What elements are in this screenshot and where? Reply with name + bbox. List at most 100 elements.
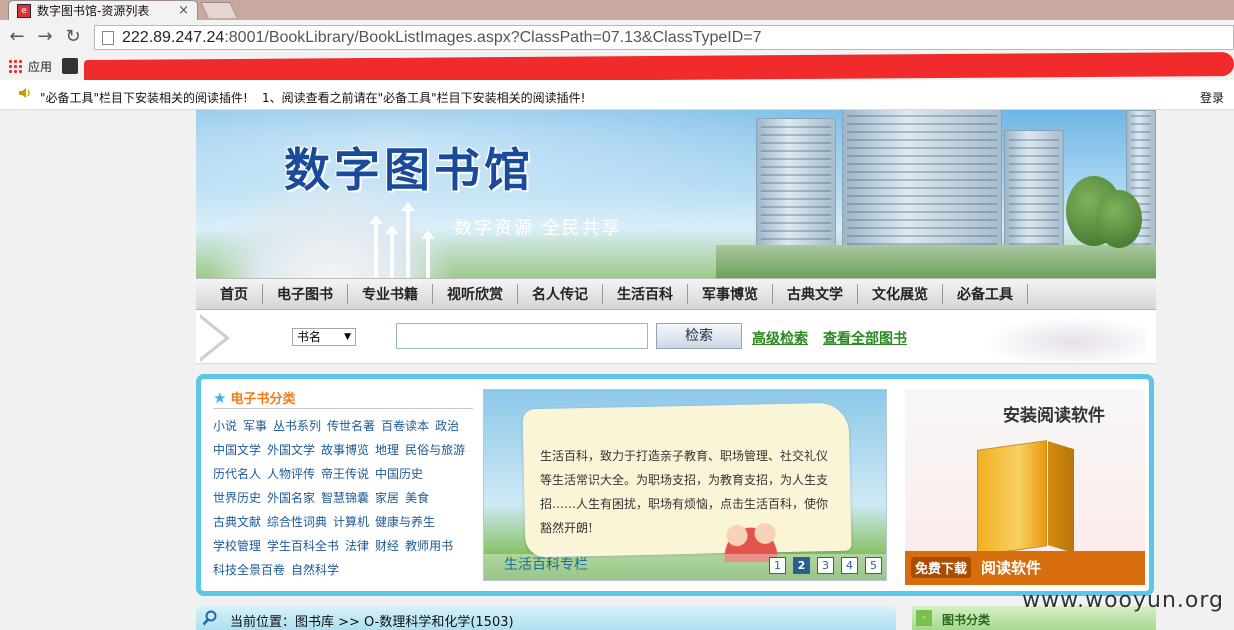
category-line: 古典文献 综合性词典 计算机 健康与养生: [213, 513, 473, 529]
notice-bar: "必备工具"栏目下安装相关的阅读插件! 1、阅读查看之前请在"必备工具"栏目下安…: [0, 80, 1234, 110]
bookmark-icon[interactable]: [62, 58, 78, 74]
category-link[interactable]: 丛书系列: [273, 419, 321, 433]
slider-page-button[interactable]: 3: [817, 557, 834, 574]
category-link[interactable]: 传世名著: [327, 419, 375, 433]
building-graphic: [1004, 130, 1064, 250]
nav-home[interactable]: 首页: [206, 284, 263, 304]
category-link[interactable]: 外国名家: [267, 491, 315, 505]
search-field-select[interactable]: 书名 ▼: [292, 328, 356, 346]
nav-tools[interactable]: 必备工具: [943, 284, 1028, 304]
category-line: 科技全景百卷 自然科学: [213, 561, 473, 577]
category-link[interactable]: 科技全景百卷: [213, 563, 285, 577]
nav-military[interactable]: 军事博览: [688, 284, 773, 304]
nav-biographies[interactable]: 名人传记: [518, 284, 603, 304]
feature-slider[interactable]: 生活百科，致力于打造亲子教育、职场管理、社交礼仪等生活常识大全。为职场支招，为教…: [483, 389, 887, 581]
category-link[interactable]: 故事博览: [321, 443, 369, 457]
url-text: 222.89.247.24:8001/BookLibrary/BookListI…: [122, 29, 762, 47]
main-nav: 首页 电子图书 专业书籍 视听欣赏 名人传记 生活百科 军事博览 古典文学 文化…: [196, 278, 1156, 310]
category-link[interactable]: 法律: [345, 539, 369, 553]
site-container: 数字图书馆 数字资源 全民共享 首页 电子图书 专业书籍 视听欣赏 名人传记 生…: [196, 110, 1156, 630]
forward-arrow-icon[interactable]: →: [34, 26, 56, 48]
category-line: 学校管理 学生百科全书 法律 财经 教师用书: [213, 537, 473, 553]
category-link[interactable]: 外国文学: [267, 443, 315, 457]
category-link[interactable]: 学生百科全书: [267, 539, 339, 553]
new-tab-button[interactable]: [200, 2, 238, 18]
slide-caption[interactable]: 生活百科专栏: [504, 554, 588, 574]
tab-close-icon[interactable]: ×: [178, 3, 189, 18]
view-all-books-link[interactable]: 查看全部图书: [823, 328, 907, 348]
category-link[interactable]: 教师用书: [405, 539, 453, 553]
apps-label[interactable]: 应用: [28, 58, 52, 75]
magnifier-icon: [202, 610, 217, 626]
nav-classical-literature[interactable]: 古典文学: [773, 284, 858, 304]
category-link[interactable]: 中国文学: [213, 443, 261, 457]
search-bar: 书名 ▼ 检索 高级检索 查看全部图书: [196, 310, 1156, 364]
category-link[interactable]: 中国历史: [375, 467, 423, 481]
category-link[interactable]: 帝王传说: [321, 467, 369, 481]
category-link[interactable]: 智慧锦囊: [321, 491, 369, 505]
category-link[interactable]: 政治: [435, 419, 459, 433]
category-panel: ★ 电子书分类 小说 军事 丛书系列 传世名著 百卷读本 政治 中国文学 外国文学 故事博览地…: [213, 387, 473, 587]
slider-pager: 1 2 3 4 5: [762, 557, 882, 574]
category-header: ★ 电子书分类: [213, 387, 473, 409]
notice-text-2: 1、阅读查看之前请在"必备工具"栏目下安装相关的阅读插件!: [262, 91, 586, 105]
slider-page-button[interactable]: 4: [841, 557, 858, 574]
star-icon: ★: [213, 388, 227, 407]
category-link[interactable]: 百卷读本: [381, 419, 429, 433]
login-link[interactable]: 登录: [1200, 89, 1224, 106]
category-link[interactable]: 地理: [375, 443, 399, 457]
search-field-value: 书名: [297, 330, 322, 344]
advanced-search-link[interactable]: 高级检索: [752, 328, 808, 348]
category-line: 中国文学 外国文学 故事博览 地理 民俗与旅游: [213, 441, 473, 457]
category-link[interactable]: 学校管理: [213, 539, 261, 553]
notice-text-1: "必备工具"栏目下安装相关的阅读插件!: [40, 91, 248, 105]
slider-page-button[interactable]: 1: [769, 557, 786, 574]
reader-software-link[interactable]: 阅读软件: [981, 557, 1041, 578]
category-link[interactable]: 美食: [405, 491, 429, 505]
category-link[interactable]: 财经: [375, 539, 399, 553]
site-slogan: 数字资源 全民共享: [454, 218, 622, 239]
url-path: :8001/BookLibrary/BookListImages.aspx?Cl…: [224, 28, 762, 46]
install-title: 安装阅读软件: [1003, 406, 1105, 426]
category-link[interactable]: 综合性词典: [267, 515, 327, 529]
nav-life-encyclopedia[interactable]: 生活百科: [603, 284, 688, 304]
category-link[interactable]: 家居: [375, 491, 399, 505]
category-link[interactable]: 民俗与旅游: [405, 443, 465, 457]
site-banner: 数字图书馆 数字资源 全民共享: [196, 110, 1156, 278]
address-bar[interactable]: 222.89.247.24:8001/BookLibrary/BookListI…: [94, 25, 1234, 50]
breadcrumb-text: 当前位置：图书库 >> O-数理科学和化学(1503): [230, 615, 514, 630]
search-button[interactable]: 检索: [656, 323, 742, 349]
book-category-title: 图书分类: [942, 613, 991, 627]
category-link[interactable]: 历代名人: [213, 467, 261, 481]
apps-grid-icon[interactable]: [8, 59, 22, 73]
search-input[interactable]: [396, 323, 648, 349]
building-graphic: [756, 118, 836, 253]
category-link[interactable]: 自然科学: [291, 563, 339, 577]
slider-page-button[interactable]: 5: [865, 557, 882, 574]
speaker-icon: [19, 88, 30, 98]
nav-audio-video[interactable]: 视听欣赏: [433, 284, 518, 304]
install-software-panel[interactable]: 安装阅读软件 免费下载 阅读软件: [905, 389, 1145, 585]
category-link[interactable]: 健康与养生: [375, 515, 435, 529]
chevron-down-icon: ▼: [344, 332, 351, 342]
category-link[interactable]: 世界历史: [213, 491, 261, 505]
category-link[interactable]: 计算机: [333, 515, 369, 529]
slider-page-button-active[interactable]: 2: [793, 557, 810, 574]
chevron-right-icon: [200, 314, 230, 362]
category-link[interactable]: 小说: [213, 419, 237, 433]
back-arrow-icon[interactable]: ←: [6, 26, 28, 48]
nav-ebooks[interactable]: 电子图书: [263, 284, 348, 304]
nav-professional-books[interactable]: 专业书籍: [348, 284, 433, 304]
category-line: 世界历史 外国名家 智慧锦囊 家居 美食: [213, 489, 473, 505]
collapse-toggle[interactable]: -: [916, 610, 932, 626]
reload-icon[interactable]: ↻: [62, 26, 84, 48]
browser-tab[interactable]: e 数字图书馆-资源列表 ×: [8, 0, 198, 20]
site-favicon-icon: e: [17, 3, 31, 18]
category-link[interactable]: 古典文献: [213, 515, 261, 529]
category-link[interactable]: 军事: [243, 419, 267, 433]
free-download-badge[interactable]: 免费下载: [911, 557, 972, 578]
category-link[interactable]: 人物评传: [267, 467, 315, 481]
nav-culture-exhibit[interactable]: 文化展览: [858, 284, 943, 304]
slide-text: 生活百科，致力于打造亲子教育、职场管理、社交礼仪等生活常识大全。为职场支招，为教…: [540, 449, 829, 535]
tree-graphic: [1096, 190, 1142, 248]
